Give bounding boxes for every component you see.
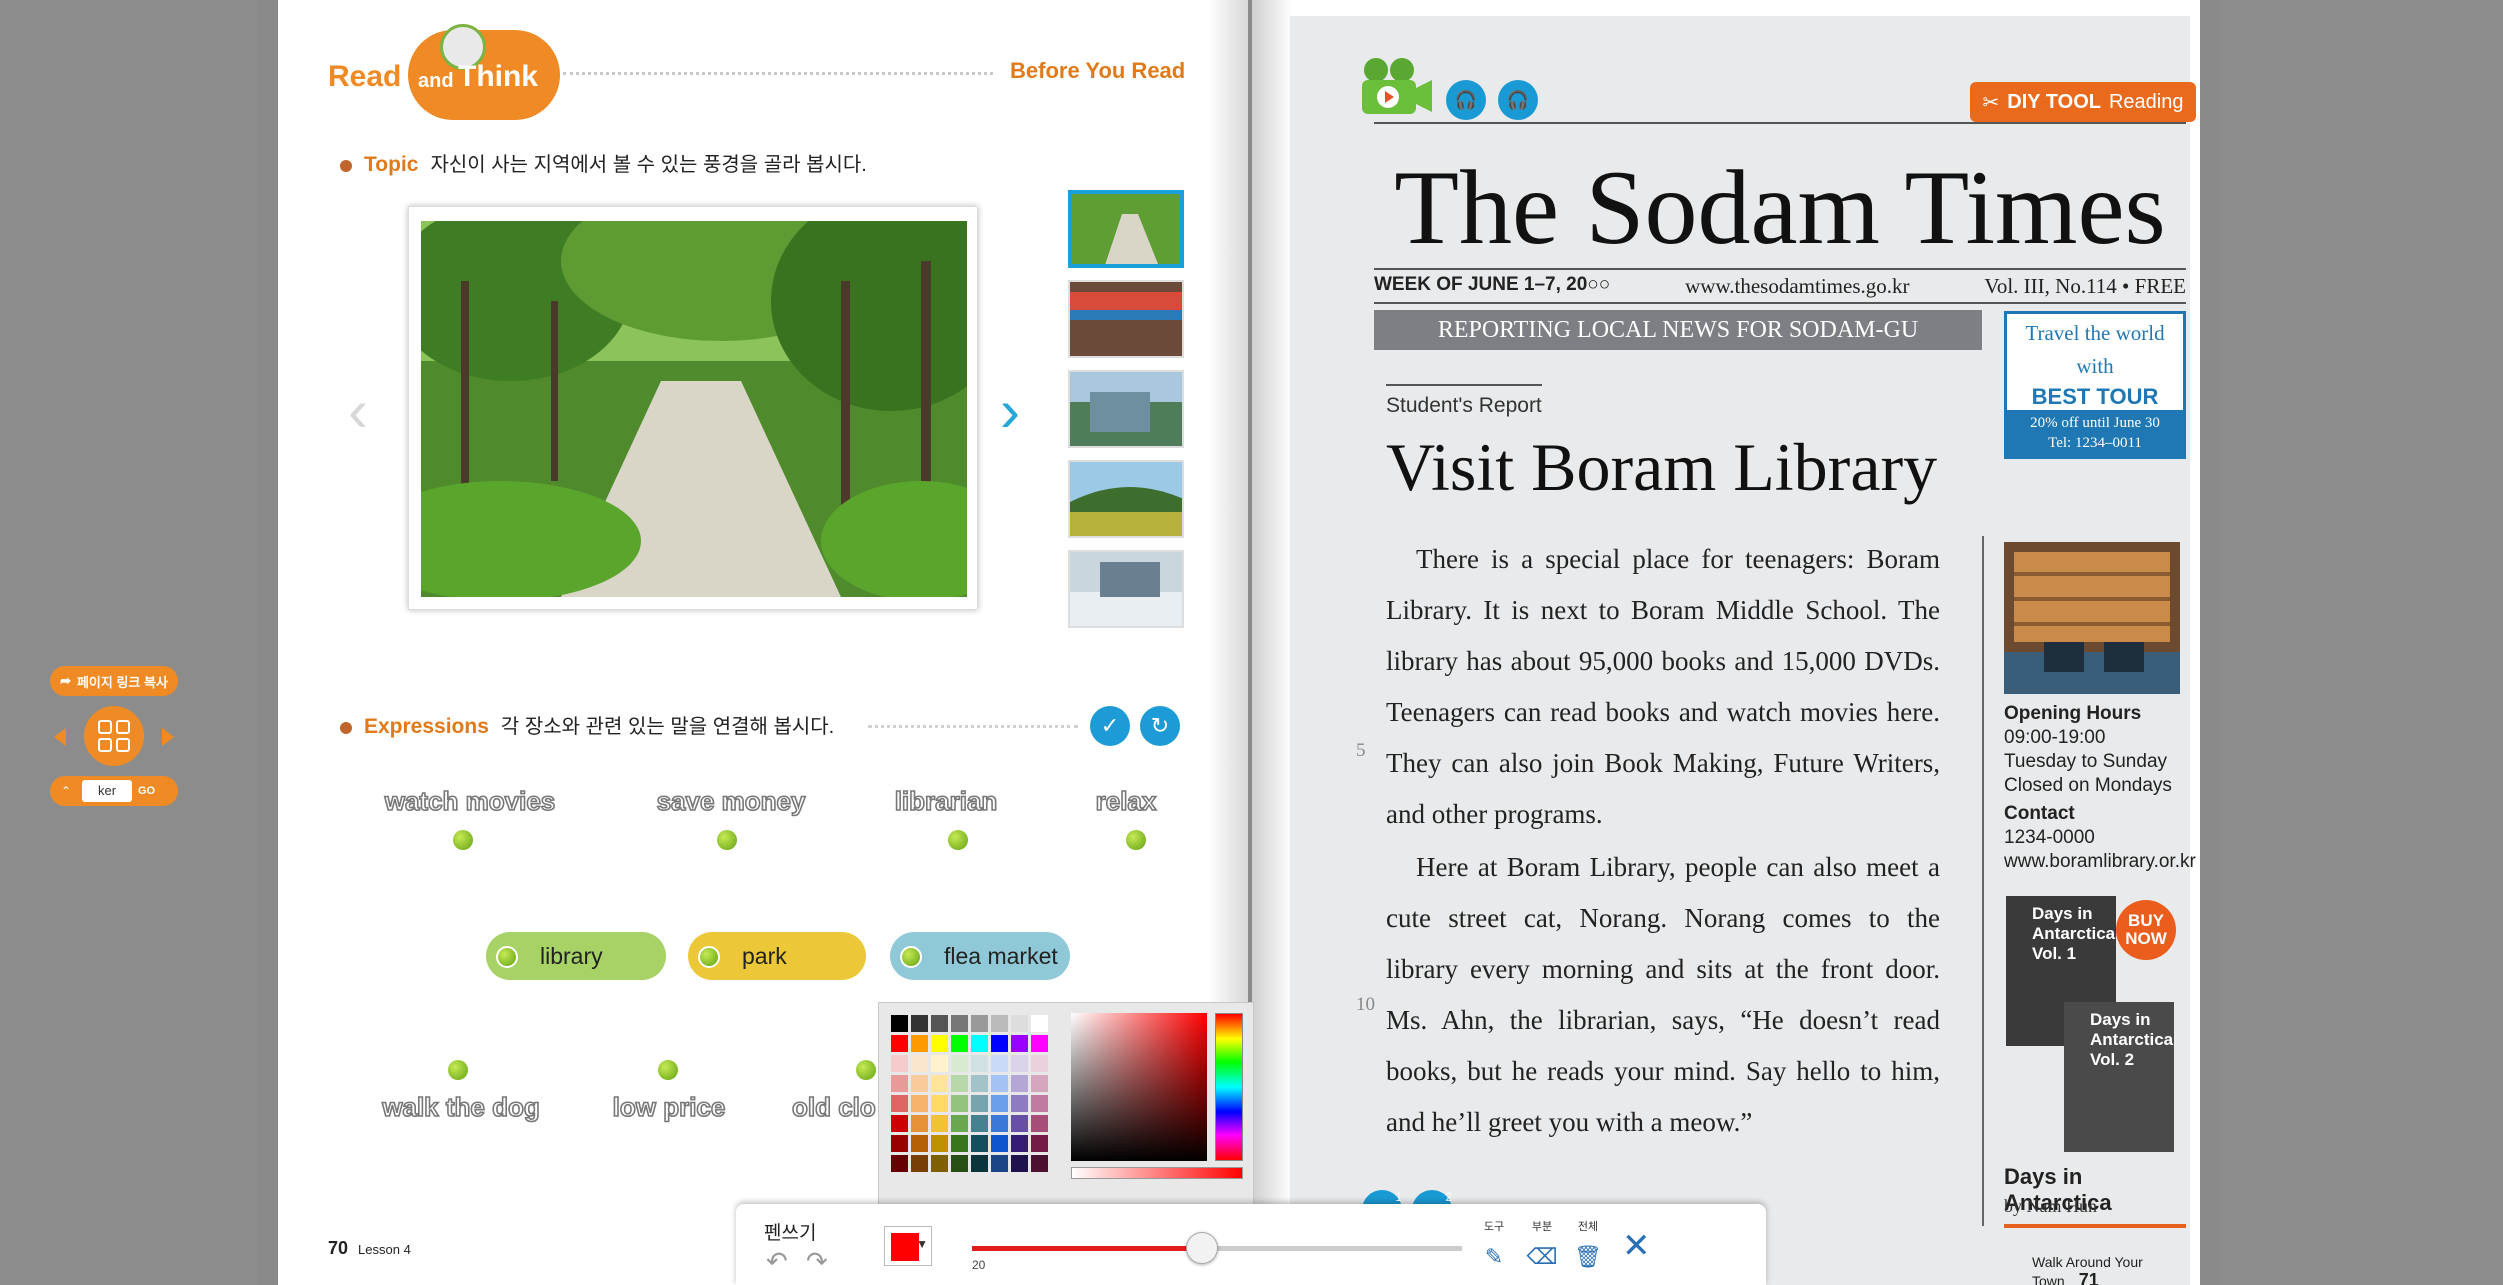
right-page: 🎧 🎧 ✂ DIY TOOL Reading The Sodam Times WE… xyxy=(1252,0,2200,1285)
tool-eraser[interactable]: 부분 ⌫ xyxy=(1522,1218,1562,1270)
next-page-icon[interactable] xyxy=(162,728,174,746)
hue-slider[interactable] xyxy=(1215,1013,1243,1161)
opening-hours: Opening Hours 09:00-19:00 Tuesday to Sun… xyxy=(2004,703,2172,796)
caret-down-icon: ▼ xyxy=(916,1237,928,1251)
word-relax: relax xyxy=(1095,785,1157,817)
article-paragraph: Here at Boram Library, people can also m… xyxy=(1386,852,1940,1137)
connect-dot[interactable] xyxy=(1126,830,1146,850)
pen-color-swatch xyxy=(891,1233,919,1261)
redo-icon[interactable]: ↷ xyxy=(806,1246,828,1277)
buy-now-badge: BUY NOW xyxy=(2116,900,2176,960)
saturation-value-area[interactable] xyxy=(1071,1013,1207,1161)
expressions-instruction: Expressions 각 장소와 관련 있는 말을 연결해 봅시다. xyxy=(340,710,834,739)
go-button[interactable]: GO xyxy=(138,785,155,797)
newspaper-masthead: The Sodam Times xyxy=(1394,149,2166,266)
opacity-slider[interactable] xyxy=(1071,1167,1243,1179)
chevron-left-icon[interactable]: ‹ xyxy=(348,376,368,445)
library-photo xyxy=(2004,542,2180,694)
tool-pen[interactable]: 도구 ✎ xyxy=(1474,1218,1514,1270)
left-gutter xyxy=(0,0,258,1285)
news-banner: REPORTING LOCAL NEWS FOR SODAM-GU xyxy=(1374,310,1982,350)
line-number: 10 xyxy=(1356,994,1375,1015)
connect-dot[interactable] xyxy=(658,1060,678,1080)
word-librarian: librarian xyxy=(894,785,998,817)
contact-info: Contact 1234-0000 www.boramlibrary.or.kr xyxy=(2004,803,2196,872)
check-icon: ✓ xyxy=(1100,713,1120,738)
word-watch-movies: watch movies xyxy=(384,785,556,817)
toolbar-title: 펜쓰기 xyxy=(764,1223,817,1244)
dateline: WEEK OF JUNE 1–7, 20○○ www.thesodamtimes… xyxy=(1374,274,2186,298)
page-number-input[interactable]: ker xyxy=(82,780,132,802)
close-icon[interactable]: ✕ xyxy=(1622,1226,1651,1266)
trash-icon: 🗑 xyxy=(1574,1244,1602,1269)
book-cover-vol2: Days in Antarctica Vol. 2 xyxy=(2064,1002,2174,1152)
undo-icon[interactable]: ↶ xyxy=(766,1246,788,1277)
chevron-right-icon[interactable]: › xyxy=(1000,376,1020,445)
check-answer-button[interactable]: ✓ xyxy=(1090,706,1130,746)
connect-dot[interactable] xyxy=(717,830,737,850)
word-save-money: save money xyxy=(656,785,806,817)
headphones-icon[interactable]: 🎧 xyxy=(1498,80,1538,120)
tool-clear-all[interactable]: 전체 🗑 xyxy=(1568,1218,1608,1270)
eraser-icon: ⌫ xyxy=(1526,1244,1558,1269)
thickness-slider[interactable] xyxy=(972,1232,1462,1264)
connect-dot[interactable] xyxy=(453,830,473,850)
pen-icon: ✎ xyxy=(1484,1244,1504,1269)
copy-page-link-button[interactable]: ➦ 페이지 링크 복사 xyxy=(50,666,178,696)
pen-toolbar: 펜쓰기 ↶ ↷ ▼ 20 도구 ✎ 부분 ⌫ 전체 🗑 ✕ xyxy=(736,1204,1766,1285)
page-number-right: Walk Around Your Town 71 xyxy=(2032,1254,2143,1285)
article-body: There is a special place for teenagers: … xyxy=(1386,534,1940,1150)
page-nav xyxy=(50,706,178,766)
connect-dot[interactable] xyxy=(448,1060,468,1080)
diy-tool-reading-button[interactable]: ✂ DIY TOOL Reading xyxy=(1970,82,2196,122)
photo-thumbnails xyxy=(1068,190,1184,640)
share-arrow-icon: ➦ xyxy=(60,673,71,688)
pen-color-select[interactable]: ▼ xyxy=(884,1226,932,1266)
best-tour-ad: Travel the world with BEST TOUR 20% off … xyxy=(2004,311,2186,459)
color-picker-popup xyxy=(878,1002,1254,1224)
page-jump: ⌃ ker GO xyxy=(50,776,178,806)
place-flea-market[interactable]: flea market xyxy=(890,932,1070,980)
headphones-a-icon[interactable]: 🎧 xyxy=(1446,80,1486,120)
word-walk-the-dog: walk the dog xyxy=(381,1091,540,1123)
student-report-label: Student's Report xyxy=(1386,384,1542,418)
video-camera-icon[interactable] xyxy=(1358,56,1434,118)
prev-page-icon[interactable] xyxy=(54,728,66,746)
thumbnail-park[interactable] xyxy=(1068,190,1184,268)
refresh-icon: ↻ xyxy=(1150,713,1170,738)
connect-dot[interactable] xyxy=(948,830,968,850)
grid-icon xyxy=(98,720,112,734)
double-chevron-up-icon[interactable]: ⌃ xyxy=(56,784,76,798)
thumbnail-field[interactable] xyxy=(1068,460,1184,538)
thickness-value: 20 xyxy=(972,1258,986,1272)
page-number-left: 70 Lesson 4 xyxy=(328,1238,411,1258)
thumbnail-market[interactable] xyxy=(1068,280,1184,358)
book-ad: Days in Antarctica Vol. 1 Days in Antarct… xyxy=(2002,896,2182,1156)
right-gutter xyxy=(2220,0,2503,1285)
newspaper: 🎧 🎧 ✂ DIY TOOL Reading The Sodam Times WE… xyxy=(1290,16,2196,1285)
thumbnail-building[interactable] xyxy=(1068,370,1184,448)
book-author: by Nam Hun xyxy=(2004,1196,2097,1216)
topic-instruction: Topic 자신이 사는 지역에서 볼 수 있는 풍경을 골라 봅시다. xyxy=(340,148,867,177)
connect-dot[interactable] xyxy=(856,1060,876,1080)
slider-handle[interactable] xyxy=(1186,1232,1219,1264)
color-swatches[interactable] xyxy=(891,1015,1051,1172)
article-headline: Visit Boram Library xyxy=(1386,429,1938,505)
read-and-think-logo: Read and Think xyxy=(328,24,560,120)
word-low-price: low price xyxy=(612,1091,726,1123)
line-number: 5 xyxy=(1356,740,1366,761)
tool-icon: ✂ xyxy=(1982,91,2000,114)
page-grid-button[interactable] xyxy=(84,706,144,766)
main-photo-frame xyxy=(408,206,978,610)
place-library[interactable]: library xyxy=(486,932,666,980)
section-label: Before You Read xyxy=(1010,58,1186,83)
thumbnail-winter[interactable] xyxy=(1068,550,1184,628)
park-path-photo xyxy=(421,221,967,597)
place-park[interactable]: park xyxy=(688,932,866,980)
article-paragraph: There is a special place for teenagers: … xyxy=(1386,544,1940,829)
reset-button[interactable]: ↻ xyxy=(1140,706,1180,746)
copy-page-link-label: 페이지 링크 복사 xyxy=(76,674,168,690)
